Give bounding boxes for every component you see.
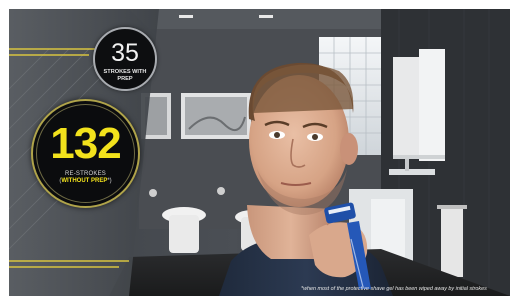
with-prep-badge: 35 STROKES WITH PREP bbox=[93, 27, 157, 91]
without-prep-count: 132 bbox=[50, 119, 121, 168]
without-prep-sublabel: (WITHOUT PREP*) bbox=[59, 178, 112, 184]
footnote-disclaimer: *when most of the protective shave gel h… bbox=[301, 286, 487, 292]
video-frame: 35 STROKES WITH PREP 132 RE-STROKES (WIT… bbox=[9, 9, 510, 296]
without-prep-label: RE-STROKES bbox=[64, 171, 106, 177]
without-prep-badge: 132 RE-STROKES (WITHOUT PREP*) bbox=[31, 99, 140, 208]
with-prep-label: STROKES WITH PREP bbox=[103, 69, 147, 82]
with-prep-count: 35 bbox=[111, 39, 139, 67]
